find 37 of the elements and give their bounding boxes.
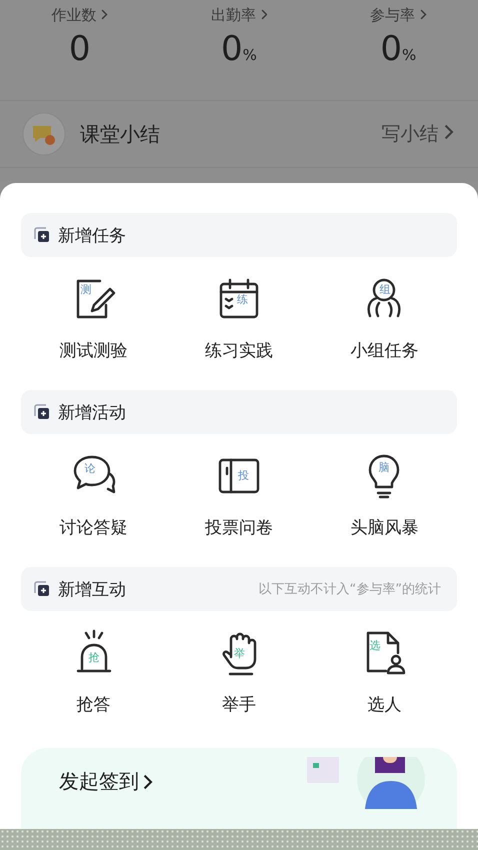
icon-glyph: 脑 <box>378 462 390 473</box>
checkin-card[interactable]: 发起签到 <box>21 748 457 829</box>
icon-glyph: 抢 <box>88 652 100 663</box>
section-title: 新增任务 <box>58 224 127 246</box>
icon-glyph: 论 <box>84 463 96 474</box>
action-tile[interactable]: 抢 抢答 <box>21 629 166 716</box>
icon-glyph: 练 <box>236 294 248 305</box>
icon-glyph: 测 <box>80 284 92 295</box>
chevron-right-icon <box>260 9 268 20</box>
section-title: 新增互动 <box>58 578 127 600</box>
chevron-right-icon <box>101 9 108 20</box>
action-tile[interactable]: 组 小组任务 <box>312 275 457 362</box>
icon-glyph: 投 <box>238 470 249 481</box>
action-tile[interactable]: 举 举手 <box>166 629 312 716</box>
icon-glyph: 选 <box>369 640 380 651</box>
icon-glyph: 组 <box>379 284 390 295</box>
chevron-right-icon <box>444 124 454 140</box>
stat-value: 0 <box>68 29 90 69</box>
stat-value: 0% <box>380 29 416 69</box>
section-title: 新增活动 <box>58 402 127 424</box>
icon-glyph: 举 <box>234 648 245 659</box>
action-tile[interactable]: 论 讨论答疑 <box>21 452 166 539</box>
action-tile[interactable]: 投 投票问卷 <box>166 452 312 539</box>
action-tile[interactable]: 脑 头脑风暴 <box>312 452 457 539</box>
action-tile[interactable]: 测 测试测验 <box>21 275 166 362</box>
stat-value: 0% <box>221 29 257 69</box>
chevron-right-icon <box>143 774 153 790</box>
summary-title: 课堂小结 <box>80 120 161 148</box>
action-tile[interactable]: 练 练习实践 <box>166 275 312 362</box>
chat-bubble-icon <box>22 112 66 156</box>
action-tile[interactable]: 选 选人 <box>312 629 457 716</box>
add-square-icon <box>34 581 50 597</box>
section-note: 以下互动不计入“参与率”的统计 <box>258 581 441 598</box>
chevron-right-icon <box>420 9 426 20</box>
add-square-icon <box>34 404 50 420</box>
checkin-title[interactable]: 发起签到 <box>59 768 301 795</box>
add-square-icon <box>34 227 50 243</box>
